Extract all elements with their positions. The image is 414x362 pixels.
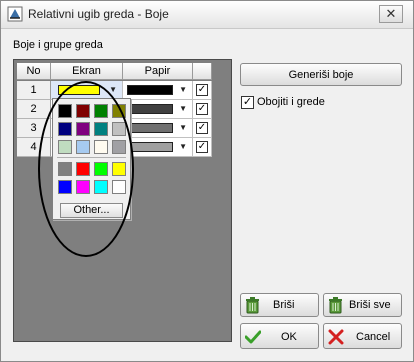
papir-swatch	[127, 123, 173, 133]
palette-swatch[interactable]	[112, 140, 126, 154]
palette-swatch[interactable]	[94, 122, 108, 136]
row-checkbox-cell[interactable]: ✓	[193, 100, 212, 119]
palette-swatch[interactable]	[58, 104, 72, 118]
other-color-button[interactable]: Other...	[60, 203, 123, 218]
header-papir[interactable]: Papir	[123, 63, 193, 80]
palette-swatch[interactable]	[112, 122, 126, 136]
palette-swatch[interactable]	[94, 104, 108, 118]
palette-swatch[interactable]	[76, 104, 90, 118]
palette-swatch[interactable]	[76, 122, 90, 136]
papir-swatch	[127, 85, 173, 95]
trash-icon	[329, 297, 342, 314]
brisi-sve-label: Briši sve	[349, 299, 391, 311]
palette-swatch[interactable]	[94, 162, 108, 176]
ekran-swatch	[58, 85, 100, 95]
palette-swatch[interactable]	[58, 180, 72, 194]
color-palette-dropdown: Other...	[52, 98, 131, 220]
dialog-window: Relativni ugib greda - Boje ✕ Boje i gru…	[0, 0, 414, 362]
papir-swatch	[127, 142, 173, 152]
row-checkbox-cell[interactable]: ✓	[193, 81, 212, 100]
dropdown-arrow-icon[interactable]: ▼	[179, 85, 187, 94]
beam-app-icon	[7, 6, 23, 22]
trash-icon	[246, 297, 259, 314]
papir-swatch	[127, 104, 173, 114]
ok-label: OK	[281, 331, 297, 343]
cancel-label: Cancel	[356, 331, 391, 343]
palette-swatch[interactable]	[94, 180, 108, 194]
dropdown-arrow-icon[interactable]: ▼	[179, 123, 187, 132]
green-check-icon	[245, 330, 261, 344]
dropdown-arrow-icon[interactable]: ▼	[179, 142, 187, 151]
palette-swatch[interactable]	[76, 162, 90, 176]
palette-swatch[interactable]	[58, 122, 72, 136]
generisi-boje-button[interactable]: Generiši boje	[240, 63, 402, 86]
row-checkbox[interactable]: ✓	[196, 103, 208, 115]
title-bar[interactable]: Relativni ugib greda - Boje ✕	[1, 1, 413, 29]
papir-color-cell[interactable]: ▼	[123, 119, 193, 138]
dropdown-arrow-icon[interactable]: ▼	[179, 104, 187, 113]
window-title: Relativni ugib greda - Boje	[28, 7, 169, 21]
papir-color-cell[interactable]: ▼	[123, 138, 193, 157]
close-button[interactable]: ✕	[379, 5, 403, 23]
row-number[interactable]: 3	[17, 119, 51, 138]
papir-color-cell[interactable]: ▼	[123, 81, 193, 100]
palette-swatch[interactable]	[58, 140, 72, 154]
group-label: Boje i grupe greda	[13, 39, 103, 51]
palette-swatch[interactable]	[76, 140, 90, 154]
row-checkbox[interactable]: ✓	[196, 141, 208, 153]
brisi-button[interactable]: Briši	[240, 293, 319, 317]
header-check[interactable]	[193, 63, 212, 80]
brisi-label: Briši	[273, 299, 295, 311]
header-no[interactable]: No	[17, 63, 51, 80]
ok-button[interactable]: OK	[240, 323, 319, 349]
row-number[interactable]: 1	[17, 81, 51, 100]
palette-swatch[interactable]	[112, 180, 126, 194]
row-checkbox[interactable]: ✓	[196, 122, 208, 134]
cancel-button[interactable]: Cancel	[323, 323, 402, 349]
palette-swatch[interactable]	[112, 162, 126, 176]
row-number[interactable]: 4	[17, 138, 51, 157]
brisi-sve-button[interactable]: Briši sve	[323, 293, 402, 317]
row-checkbox-cell[interactable]: ✓	[193, 119, 212, 138]
palette-swatch[interactable]	[94, 140, 108, 154]
palette-separator	[57, 157, 126, 158]
checkbox-box[interactable]: ✓	[241, 96, 254, 109]
papir-color-cell[interactable]: ▼	[123, 100, 193, 119]
row-number[interactable]: 2	[17, 100, 51, 119]
close-icon: ✕	[385, 6, 397, 21]
obojiti-grede-label: Obojiti i grede	[257, 96, 325, 108]
palette-swatch[interactable]	[58, 162, 72, 176]
row-checkbox-cell[interactable]: ✓	[193, 138, 212, 157]
dropdown-arrow-icon[interactable]: ▼	[109, 85, 117, 94]
header-ekran[interactable]: Ekran	[51, 63, 123, 80]
red-x-icon	[328, 329, 344, 345]
row-checkbox[interactable]: ✓	[196, 84, 208, 96]
palette-swatch[interactable]	[112, 104, 126, 118]
palette-swatch[interactable]	[76, 180, 90, 194]
generisi-boje-label: Generiši boje	[288, 69, 354, 81]
